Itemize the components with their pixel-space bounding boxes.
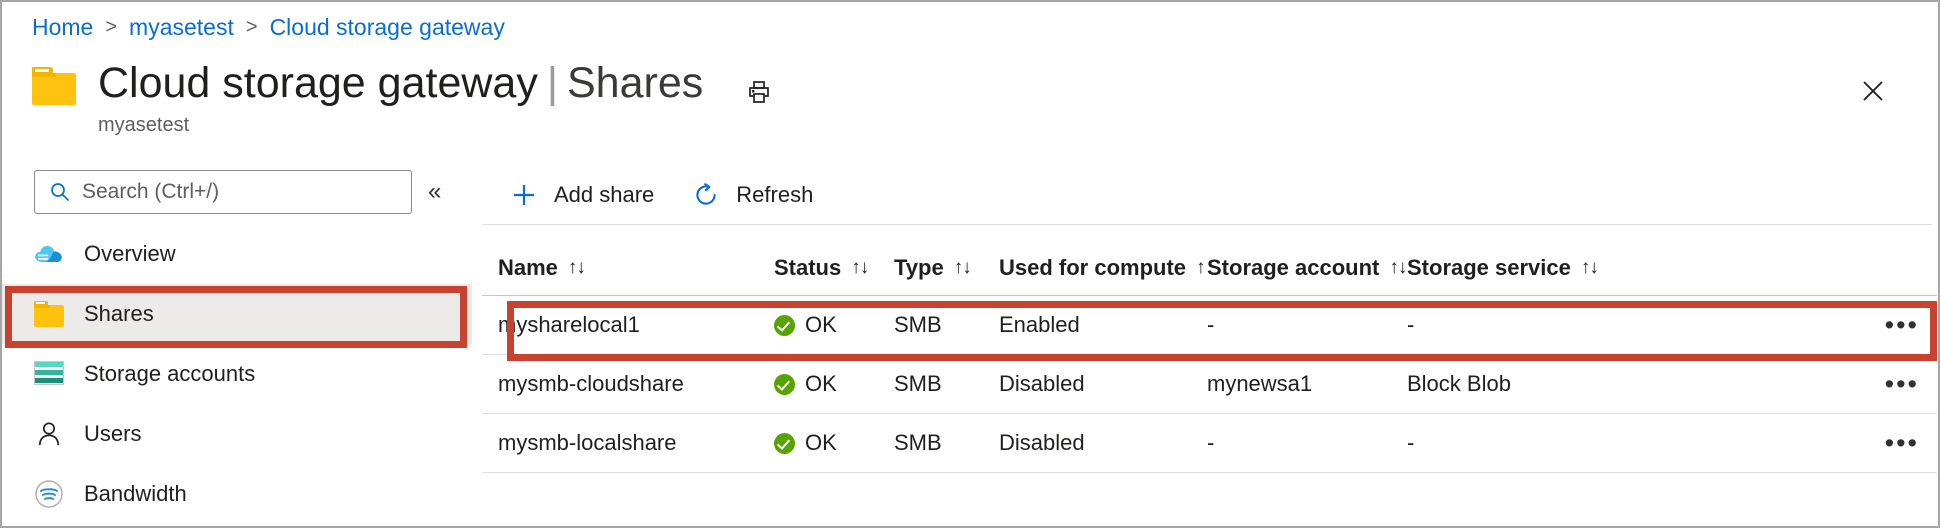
- cell-type: SMB: [894, 430, 999, 456]
- search-input[interactable]: [82, 180, 382, 204]
- column-header-storage-account[interactable]: Storage account ↑↓: [1207, 255, 1407, 281]
- cell-actions[interactable]: •••: [1612, 436, 1937, 450]
- command-bar-divider: [482, 224, 1932, 225]
- cell-name: mysharelocal1: [482, 312, 774, 338]
- breadcrumb-separator: >: [105, 16, 117, 39]
- column-header-used-for-compute[interactable]: Used for compute ↑↓: [999, 255, 1207, 281]
- cell-name: mysmb-localshare: [482, 430, 774, 456]
- column-header-storage-service[interactable]: Storage service ↑↓: [1407, 255, 1612, 281]
- table-row[interactable]: mysharelocal1 OK SMB Enabled - - •••: [482, 296, 1937, 355]
- status-ok-icon: [774, 433, 795, 454]
- sidebar-item-label: Storage accounts: [84, 361, 255, 387]
- main-content: Add share Refresh Name ↑↓: [472, 162, 1938, 526]
- sort-icon[interactable]: ↑↓: [954, 257, 971, 279]
- command-bar: Add share Refresh: [506, 168, 847, 222]
- page-title-row: Cloud storage gateway|Shares: [32, 57, 777, 109]
- sidebar-item-users[interactable]: Users: [2, 404, 472, 464]
- breadcrumb: Home > myasetest > Cloud storage gateway: [32, 10, 505, 44]
- bandwidth-icon: [32, 479, 66, 509]
- cell-storage-account: -: [1207, 430, 1407, 456]
- column-header-type[interactable]: Type ↑↓: [894, 255, 999, 281]
- cell-status: OK: [774, 312, 894, 338]
- sidebar-item-label: Shares: [84, 301, 154, 327]
- breadcrumb-item-myasetest[interactable]: myasetest: [129, 14, 234, 41]
- cell-used-for-compute: Disabled: [999, 430, 1207, 456]
- status-ok-icon: [774, 374, 795, 395]
- sidebar-item-label: Overview: [84, 241, 176, 267]
- add-share-button[interactable]: Add share: [506, 173, 656, 217]
- column-header-label: Storage service: [1407, 255, 1571, 281]
- cell-actions[interactable]: •••: [1612, 377, 1937, 391]
- sort-icon[interactable]: ↑↓: [851, 257, 868, 279]
- breadcrumb-item-cloud-storage-gateway[interactable]: Cloud storage gateway: [270, 14, 505, 41]
- page-title: Cloud storage gateway|Shares: [98, 57, 703, 109]
- sidebar-item-label: Bandwidth: [84, 481, 187, 507]
- cell-used-for-compute: Enabled: [999, 312, 1207, 338]
- page-title-subpage: Shares: [567, 59, 703, 107]
- column-header-label: Storage account: [1207, 255, 1379, 281]
- breadcrumb-item-home[interactable]: Home: [32, 14, 93, 41]
- folder-icon: [32, 67, 76, 105]
- refresh-icon: [690, 179, 722, 211]
- collapse-sidebar-button[interactable]: «: [428, 180, 441, 204]
- add-share-label: Add share: [554, 182, 654, 208]
- breadcrumb-separator: >: [246, 16, 258, 39]
- refresh-button[interactable]: Refresh: [688, 173, 815, 217]
- close-icon[interactable]: [1856, 74, 1890, 108]
- storage-icon: [32, 359, 66, 389]
- sidebar-item-storage-accounts[interactable]: Storage accounts: [2, 344, 472, 404]
- folder-icon: [32, 299, 66, 329]
- sort-icon[interactable]: ↑↓: [1389, 257, 1406, 279]
- cell-actions[interactable]: •••: [1612, 318, 1937, 332]
- more-options-icon[interactable]: •••: [1885, 318, 1919, 332]
- cell-storage-account: -: [1207, 312, 1407, 338]
- status-badge: OK: [805, 430, 837, 456]
- search-icon: [49, 181, 71, 203]
- search-box[interactable]: [34, 170, 412, 214]
- column-header-status[interactable]: Status ↑↓: [774, 255, 894, 281]
- plus-icon: [508, 179, 540, 211]
- table-row[interactable]: mysmb-localshare OK SMB Disabled - - •••: [482, 414, 1937, 473]
- sidebar-nav-list: Overview Shares Storage accounts: [2, 224, 472, 524]
- sort-icon[interactable]: ↑↓: [1196, 257, 1207, 279]
- sidebar-item-bandwidth[interactable]: Bandwidth: [2, 464, 472, 524]
- sidebar: « Overview Shares: [2, 162, 472, 528]
- cell-storage-service: Block Blob: [1407, 371, 1612, 397]
- sort-icon[interactable]: ↑↓: [568, 257, 585, 279]
- status-badge: OK: [805, 312, 837, 338]
- page-subtitle: myasetest: [98, 114, 189, 137]
- sidebar-item-shares[interactable]: Shares: [2, 284, 472, 344]
- cell-storage-service: -: [1407, 312, 1612, 338]
- column-header-label: Status: [774, 255, 841, 281]
- column-header-label: Type: [894, 255, 944, 281]
- cell-type: SMB: [894, 371, 999, 397]
- shares-table: Name ↑↓ Status ↑↓ Type ↑↓ Used for compu…: [482, 240, 1937, 473]
- cell-status: OK: [774, 430, 894, 456]
- table-row[interactable]: mysmb-cloudshare OK SMB Disabled mynewsa…: [482, 355, 1937, 414]
- cell-status: OK: [774, 371, 894, 397]
- status-ok-icon: [774, 315, 795, 336]
- column-header-name[interactable]: Name ↑↓: [482, 255, 774, 281]
- cloud-icon: [32, 239, 66, 269]
- more-options-icon[interactable]: •••: [1885, 377, 1919, 391]
- sidebar-item-label: Users: [84, 421, 141, 447]
- sort-icon[interactable]: ↑↓: [1581, 257, 1598, 279]
- status-badge: OK: [805, 371, 837, 397]
- cell-storage-service: -: [1407, 430, 1612, 456]
- page-title-resource: Cloud storage gateway: [98, 59, 538, 107]
- cell-name: mysmb-cloudshare: [482, 371, 774, 397]
- cell-type: SMB: [894, 312, 999, 338]
- cell-used-for-compute: Disabled: [999, 371, 1207, 397]
- refresh-label: Refresh: [736, 182, 813, 208]
- table-header-row: Name ↑↓ Status ↑↓ Type ↑↓ Used for compu…: [482, 240, 1937, 296]
- more-options-icon[interactable]: •••: [1885, 436, 1919, 450]
- print-icon[interactable]: [741, 75, 777, 109]
- user-icon: [32, 419, 66, 449]
- azure-portal-blade: Home > myasetest > Cloud storage gateway…: [0, 0, 1940, 528]
- page-title-separator: |: [547, 59, 558, 107]
- column-header-label: Name: [498, 255, 558, 281]
- cell-storage-account: mynewsa1: [1207, 371, 1407, 397]
- sidebar-item-overview[interactable]: Overview: [2, 224, 472, 284]
- column-header-label: Used for compute: [999, 255, 1186, 281]
